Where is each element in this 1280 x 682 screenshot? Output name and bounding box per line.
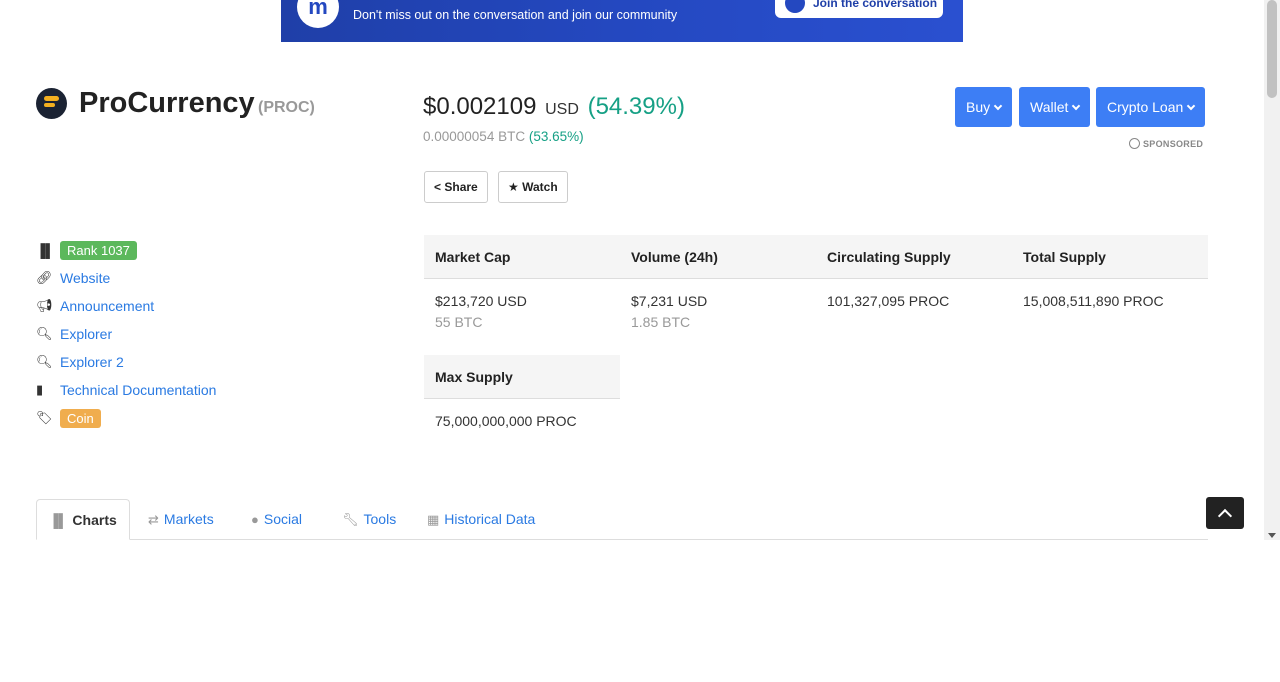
stats-header-row: Market Cap Volume (24h) Circulating Supp… xyxy=(424,235,1208,279)
join-icon xyxy=(785,0,805,13)
market-cap-header: Market Cap xyxy=(435,249,511,265)
tab-historical-data-label: Historical Data xyxy=(444,511,536,527)
page-scrollbar[interactable] xyxy=(1264,0,1280,540)
announcement-link[interactable]: Announcement xyxy=(60,298,154,314)
watch-label: Watch xyxy=(522,180,558,194)
tab-markets[interactable]: ⇄ Markets xyxy=(136,499,226,540)
star-icon: ★ xyxy=(508,180,519,194)
market-cap-btc: 55 BTC xyxy=(435,314,483,330)
tab-charts[interactable]: ▐▌ Charts xyxy=(36,499,130,540)
join-conversation-button[interactable]: Join the conversation xyxy=(775,0,943,18)
tab-tools-label: Tools xyxy=(363,511,397,527)
circulating-supply-cell: 101,327,095 PROC xyxy=(816,279,1012,355)
usd-price-value: $0.002109 xyxy=(423,93,537,120)
technical-documentation-link[interactable]: Technical Documentation xyxy=(60,382,216,398)
coin-name: ProCurrency xyxy=(79,87,255,119)
circulating-supply-header: Circulating Supply xyxy=(827,249,951,265)
chevron-down-icon xyxy=(1072,101,1081,111)
bullhorn-icon: 📢︎ xyxy=(36,298,53,313)
coin-tabs: ▐▌ Charts ⇄ Markets ● Social 🔧︎ Tools ▦ Histo… xyxy=(36,499,1208,540)
share-button[interactable]: < Share xyxy=(424,171,488,203)
rank-row: ▐▌ Rank 1037 xyxy=(36,236,216,264)
rank-badge: Rank 1037 xyxy=(60,240,137,260)
sponsor-logo-icon xyxy=(1129,138,1140,149)
scrollbar-thumb[interactable] xyxy=(1267,0,1277,98)
chevron-down-icon xyxy=(1187,101,1196,111)
search-icon: 🔍︎ xyxy=(36,354,53,369)
search-icon: 🔍︎ xyxy=(36,326,53,341)
market-cap-usd: $213,720 USD xyxy=(435,293,527,309)
max-supply-header: Max Supply xyxy=(424,355,620,399)
chevron-down-icon xyxy=(993,101,1003,111)
document-icon: ▮ xyxy=(36,382,44,397)
watch-button[interactable]: ★ Watch xyxy=(498,171,568,203)
tab-markets-label: Markets xyxy=(163,511,214,527)
link-icon: 🔗︎ xyxy=(36,270,53,285)
join-conversation-label: Join the conversation xyxy=(813,0,938,10)
btc-price-value: 0.00000054 BTC xyxy=(423,129,526,144)
back-to-top-button[interactable] xyxy=(1206,497,1244,529)
banner-text: Don't miss out on the conversation and j… xyxy=(353,8,678,22)
coin-symbol: (PROC) xyxy=(258,99,315,116)
wallet-button[interactable]: Wallet xyxy=(1019,87,1091,127)
coinmarketcap-logo-icon: m xyxy=(297,0,339,28)
crypto-loan-label: Crypto Loan xyxy=(1107,99,1184,115)
tab-historical-data[interactable]: ▦ Historical Data xyxy=(415,499,547,540)
volume-cell: $7,231 USD 1.85 BTC xyxy=(620,279,816,355)
volume-header: Volume (24h) xyxy=(631,249,718,265)
explorer-link[interactable]: Explorer xyxy=(60,326,112,342)
usd-price-change: (54.39%) xyxy=(587,93,685,120)
usd-price-currency: USD xyxy=(545,101,579,118)
tab-social[interactable]: ● Social xyxy=(239,499,314,540)
wallet-label: Wallet xyxy=(1030,99,1069,115)
calendar-icon: ▦ xyxy=(427,512,440,527)
announcement-row[interactable]: 📢︎ Announcement xyxy=(36,292,216,320)
btc-price-change: (53.65%) xyxy=(528,129,584,144)
share-icon: < xyxy=(434,180,442,194)
explorer-2-link[interactable]: Explorer 2 xyxy=(60,354,124,370)
procurrency-logo-icon xyxy=(36,88,67,119)
bar-chart-icon: ▐▌ xyxy=(36,242,55,258)
tag-row: 🏷︎ Coin xyxy=(36,404,216,432)
tag-icon: 🏷︎ xyxy=(36,410,53,425)
circulating-supply-value: 101,327,095 PROC xyxy=(827,293,950,309)
community-banner[interactable]: m Don't miss out on the conversation and… xyxy=(281,0,963,42)
share-label: Share xyxy=(444,180,478,194)
volume-usd: $7,231 USD xyxy=(631,293,708,309)
stats-value-row: $213,720 USD 55 BTC $7,231 USD 1.85 BTC … xyxy=(424,279,1208,355)
max-supply-block: Max Supply 75,000,000,000 PROC xyxy=(424,355,620,429)
usd-price: $0.002109 USD (54.39%) xyxy=(423,93,685,121)
total-supply-header: Total Supply xyxy=(1023,249,1106,265)
total-supply-cell: 15,008,511,890 PROC xyxy=(1012,279,1208,355)
explorer-2-row[interactable]: 🔍︎ Explorer 2 xyxy=(36,348,216,376)
market-cap-cell: $213,720 USD 55 BTC xyxy=(424,279,620,355)
explorer-row[interactable]: 🔍︎ Explorer xyxy=(36,320,216,348)
website-row[interactable]: 🔗︎ Website xyxy=(36,264,216,292)
crypto-loan-button[interactable]: Crypto Loan xyxy=(1096,87,1206,127)
coin-links: ▐▌ Rank 1037 🔗︎ Website 📢︎ Announcement … xyxy=(36,236,216,432)
exchange-icon: ⇄ xyxy=(148,512,159,527)
scroll-down-arrow-icon[interactable] xyxy=(1268,533,1276,538)
bar-chart-icon: ▐▌ xyxy=(49,513,68,528)
tab-social-label: Social xyxy=(263,511,302,527)
tab-tools[interactable]: 🔧︎ Tools xyxy=(330,499,408,540)
tab-charts-label: Charts xyxy=(72,512,117,528)
globe-icon: ● xyxy=(251,512,259,527)
coin-stats-table: Market Cap Volume (24h) Circulating Supp… xyxy=(424,235,1208,355)
technical-documentation-row[interactable]: ▮ Technical Documentation xyxy=(36,376,216,404)
website-link[interactable]: Website xyxy=(60,270,110,286)
btc-price: 0.00000054 BTC (53.65%) xyxy=(423,129,584,144)
coin-tag-badge[interactable]: Coin xyxy=(60,408,101,428)
sponsored-text: SPONSORED xyxy=(1143,139,1204,149)
sponsored-label: SPONSORED xyxy=(1129,138,1203,149)
max-supply-value: 75,000,000,000 PROC xyxy=(435,413,577,429)
wrench-icon: 🔧︎ xyxy=(342,512,359,527)
volume-btc: 1.85 BTC xyxy=(631,314,691,330)
total-supply-value: 15,008,511,890 PROC xyxy=(1023,293,1164,309)
buy-button[interactable]: Buy xyxy=(955,87,1013,127)
buy-label: Buy xyxy=(966,99,991,115)
